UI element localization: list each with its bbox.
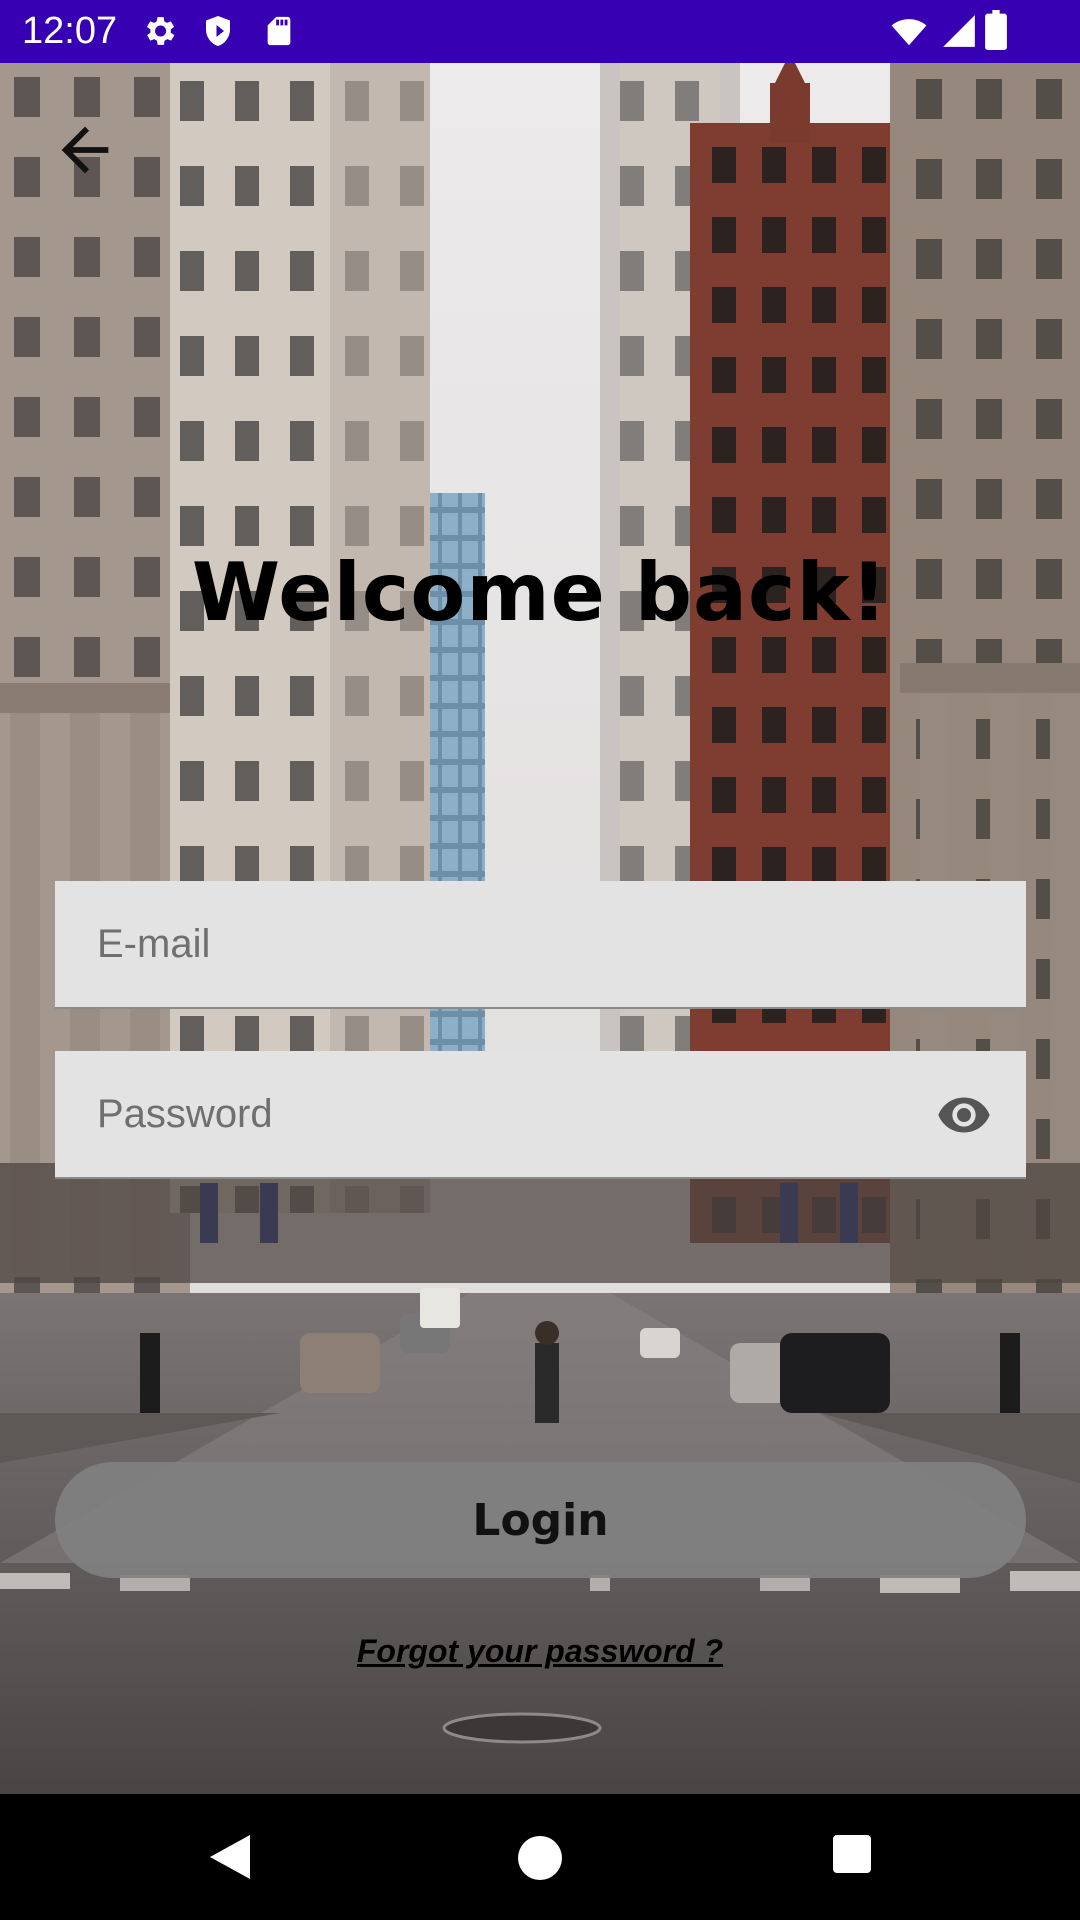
- cell-signal-icon: [943, 15, 975, 47]
- status-time: 12:07: [22, 10, 118, 52]
- arrow-left-icon[interactable]: [50, 115, 120, 185]
- login-screen: Welcome back! Login Forgot your password…: [0, 63, 1080, 1794]
- password-field[interactable]: [97, 1051, 917, 1177]
- nav-recents-icon[interactable]: [830, 1832, 874, 1876]
- gear-icon: [146, 17, 175, 45]
- email-field-container: [55, 881, 1026, 1009]
- password-field-container: [55, 1051, 1026, 1179]
- battery-icon: [985, 10, 1007, 50]
- forgot-password-link[interactable]: Forgot your password ?: [0, 1633, 1080, 1670]
- nav-back-icon[interactable]: [206, 1832, 252, 1882]
- nav-home-icon[interactable]: [514, 1832, 566, 1884]
- wifi-icon: [891, 19, 927, 46]
- phone-screen: 12:07 Welcome back! E-mail Login Forgot …: [0, 0, 1080, 1920]
- login-button[interactable]: Login: [55, 1462, 1026, 1578]
- page-title: Welcome back!: [191, 546, 889, 639]
- shield-icon: [206, 16, 230, 46]
- navigation-bar: [0, 1794, 1080, 1920]
- sd-card-icon: [267, 16, 291, 46]
- eye-icon[interactable]: [934, 1087, 994, 1143]
- email-field[interactable]: [97, 881, 917, 1007]
- status-bar: 12:07: [0, 0, 1080, 63]
